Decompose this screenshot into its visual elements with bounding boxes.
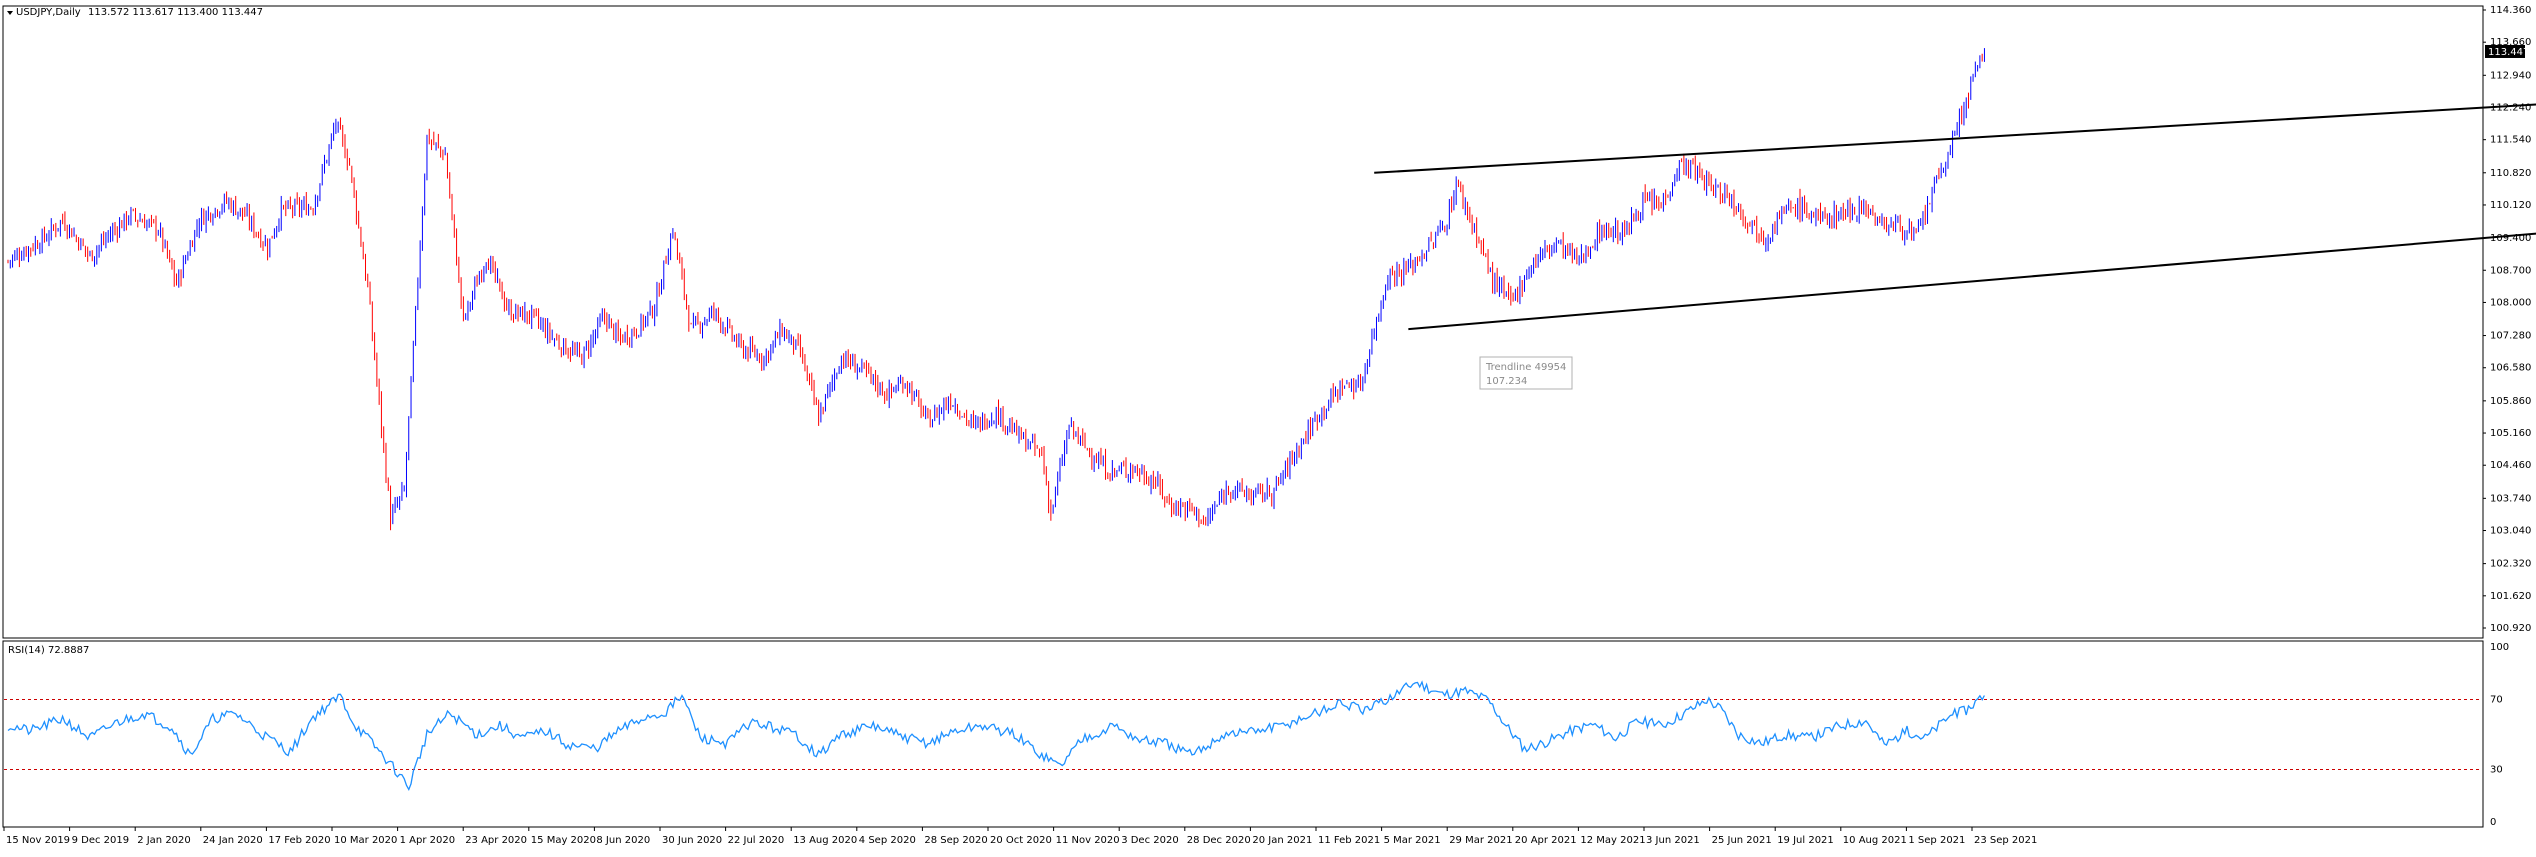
time-tick-label: 15 May 2020	[531, 835, 596, 846]
time-tick-label: 5 Mar 2021	[1384, 835, 1441, 846]
trading-chart[interactable]: 114.360 113.660 112.940 112.240 111.540 110.8…	[0, 0, 2536, 853]
main-frame	[2, 5, 2484, 639]
time-tick-label: 10 Mar 2020	[334, 835, 397, 846]
tooltip-line2: 107.234	[1486, 376, 1527, 387]
trendlines[interactable]	[1374, 83, 2536, 331]
price-tick-label: 112.940	[2490, 70, 2531, 81]
time-tick-label: 3 Dec 2020	[1121, 835, 1179, 846]
price-tick-label: 105.160	[2490, 428, 2531, 439]
time-tick-label: 28 Sep 2020	[924, 835, 987, 846]
chart-header-ohlc: 113.572 113.617 113.400 113.447	[88, 7, 263, 18]
price-tick-label: 107.280	[2490, 331, 2531, 342]
rsi-series	[4, 680, 2482, 792]
chart-menu-icon[interactable]	[7, 11, 13, 15]
price-tick-label: 112.240	[2490, 102, 2531, 113]
price-tick-label: 110.120	[2490, 200, 2531, 211]
price-tick-label: 101.620	[2490, 591, 2531, 602]
price-tick-label: 105.860	[2490, 396, 2531, 407]
price-tick-label: 108.000	[2490, 297, 2531, 308]
rsi-tick-label: 30	[2490, 765, 2503, 776]
time-tick-label: 11 Nov 2020	[1056, 835, 1120, 846]
time-tick-label: 10 Aug 2021	[1843, 835, 1907, 846]
time-tick-label: 13 Aug 2020	[793, 835, 857, 846]
rsi-frame	[2, 640, 2484, 828]
time-axis: 15 Nov 2019 9 Dec 2019 2 Jan 2020 24 Jan 20…	[3, 827, 2037, 846]
tooltip-line1: Trendline 49954	[1485, 362, 1566, 373]
time-tick-label: 15 Nov 2019	[6, 835, 70, 846]
price-axis: 114.360113.660112.940112.240111.540110.8…	[2483, 5, 2531, 634]
time-tick-label: 22 Jul 2020	[728, 835, 785, 846]
price-tick-label: 114.360	[2490, 5, 2531, 16]
price-tick-label: 109.400	[2490, 233, 2531, 244]
chart-header-symbol: USDJPY,Daily	[16, 7, 81, 18]
time-tick-label: 29 Mar 2021	[1449, 835, 1512, 846]
time-tick-label: 19 Jul 2021	[1777, 835, 1834, 846]
trendline-tooltip: Trendline 49954 107.234	[1479, 356, 1573, 390]
price-tick-label: 110.820	[2490, 168, 2531, 179]
rsi-axis: 100 70 30 0	[2490, 642, 2509, 828]
time-tick-label: 2 Jan 2020	[137, 835, 191, 846]
candlestick-series	[7, 48, 1985, 531]
time-tick-label: 11 Feb 2021	[1318, 835, 1380, 846]
time-tick-label: 30 Jun 2020	[662, 835, 722, 846]
price-tick-label: 100.920	[2490, 623, 2531, 634]
rsi-header: RSI(14) 72.8887	[8, 645, 89, 656]
time-tick-label: 1 Sep 2021	[1908, 835, 1965, 846]
time-tick-label: 23 Apr 2020	[465, 835, 527, 846]
price-tick-label: 103.740	[2490, 493, 2531, 504]
time-tick-label: 28 Dec 2020	[1187, 835, 1251, 846]
price-tick-label: 102.320	[2490, 559, 2531, 570]
price-tick-label: 104.460	[2490, 460, 2531, 471]
time-tick-label: 3 Jun 2021	[1646, 835, 1700, 846]
rsi-line	[7, 680, 1985, 792]
time-tick-label: 23 Sep 2021	[1974, 835, 2037, 846]
rsi-tick-label: 100	[2490, 642, 2509, 653]
current-price-marker: 113.447	[2485, 44, 2529, 58]
time-tick-label: 25 Jun 2021	[1712, 835, 1772, 846]
time-tick-label: 8 Jun 2020	[596, 835, 650, 846]
price-tick-label: 111.540	[2490, 135, 2531, 146]
time-tick-label: 17 Feb 2020	[268, 835, 330, 846]
time-tick-label: 20 Apr 2021	[1515, 835, 1577, 846]
svg-text:113.447: 113.447	[2488, 47, 2529, 58]
time-tick-label: 20 Jan 2021	[1252, 835, 1312, 846]
time-tick-label: 9 Dec 2019	[72, 835, 130, 846]
time-tick-label: 20 Oct 2020	[990, 835, 1052, 846]
rsi-tick-label: 0	[2490, 817, 2496, 828]
time-tick-label: 4 Sep 2020	[859, 835, 916, 846]
trendline[interactable]	[1408, 199, 2536, 331]
price-tick-label: 103.040	[2490, 526, 2531, 537]
time-tick-label: 1 Apr 2020	[400, 835, 455, 846]
price-tick-label: 108.700	[2490, 265, 2531, 276]
trendline[interactable]	[1374, 83, 2536, 174]
rsi-tick-label: 70	[2490, 695, 2503, 706]
time-tick-label: 24 Jan 2020	[203, 835, 263, 846]
time-tick-label: 12 May 2021	[1580, 835, 1645, 846]
price-tick-label: 106.580	[2490, 363, 2531, 374]
